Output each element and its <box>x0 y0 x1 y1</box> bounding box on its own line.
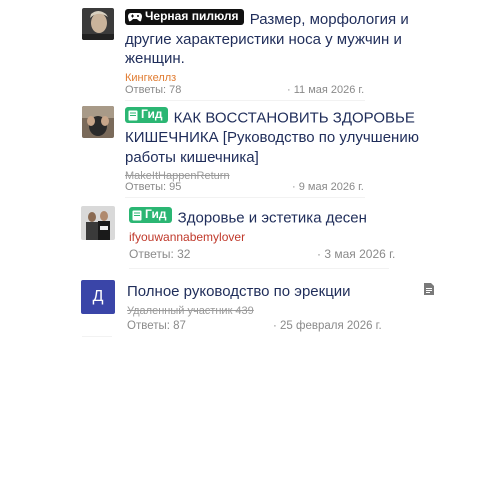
document-icon <box>424 283 434 295</box>
reply-count: Ответы: 32 <box>129 247 191 261</box>
divider <box>129 268 389 269</box>
divider <box>125 100 365 101</box>
reply-count: Ответы: 78 <box>125 84 182 96</box>
thread-title[interactable]: Черная пилюля Размер, морфология и други… <box>125 9 425 69</box>
thread-date[interactable]: · 3 мая 2026 г. <box>317 247 395 261</box>
reply-count: Ответы: 87 <box>127 320 186 332</box>
badge-label: Гид <box>145 207 167 222</box>
book-icon <box>132 210 142 220</box>
thread-prefix-badge[interactable]: Черная пилюля <box>125 9 244 25</box>
reply-count: Ответы: 95 <box>125 181 182 193</box>
avatar-letter: Д <box>92 288 104 305</box>
divider <box>82 336 112 337</box>
thread-date[interactable]: · 9 мая 2026 г. <box>292 181 364 193</box>
divider <box>125 197 365 198</box>
thread-title-text[interactable]: Здоровье и эстетика десен <box>178 210 367 227</box>
thread-prefix-badge[interactable]: Гид <box>125 107 168 123</box>
avatar[interactable] <box>82 106 114 138</box>
thread-title[interactable]: Гид КАК ВОССТАНОВИТЬ ЗДОРОВЬЕ КИШЕЧНИКА … <box>125 107 425 167</box>
badge-label: Гид <box>141 107 163 122</box>
book-icon <box>128 110 138 120</box>
avatar[interactable]: Д <box>81 280 115 314</box>
thread-date[interactable]: · 11 мая 2026 г. <box>287 84 364 96</box>
thread-date[interactable]: · 25 февраля 2026 г. <box>273 320 382 332</box>
thread-prefix-badge[interactable]: Гид <box>129 207 172 223</box>
thread-author[interactable]: Удаленный участник 439 <box>127 305 427 318</box>
thread-author[interactable]: Кингкеллз <box>125 72 425 85</box>
thread-title[interactable]: Полное руководство по эрекции <box>127 282 427 302</box>
avatar[interactable] <box>81 206 115 240</box>
thread-author[interactable]: ifyouwannabemylover <box>129 231 429 244</box>
thread-title-text[interactable]: КАК ВОССТАНОВИТЬ ЗДОРОВЬЕ КИШЕЧНИКА [Рук… <box>125 110 419 166</box>
thread-title-text[interactable]: Полное руководство по эрекции <box>127 283 351 300</box>
gamepad-icon <box>128 13 142 22</box>
badge-label: Черная пилюля <box>145 9 239 24</box>
thread-title[interactable]: Гид Здоровье и эстетика десен <box>129 207 429 228</box>
avatar[interactable] <box>82 8 114 40</box>
